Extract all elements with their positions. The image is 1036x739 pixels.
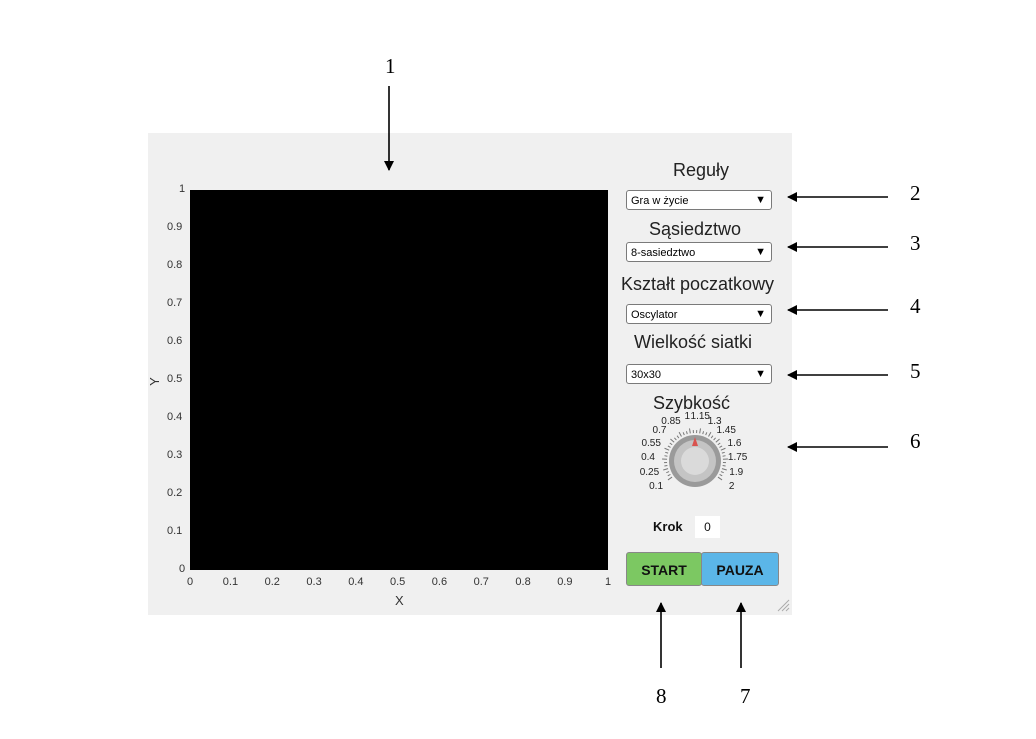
annotation-arrows: [384, 86, 888, 668]
